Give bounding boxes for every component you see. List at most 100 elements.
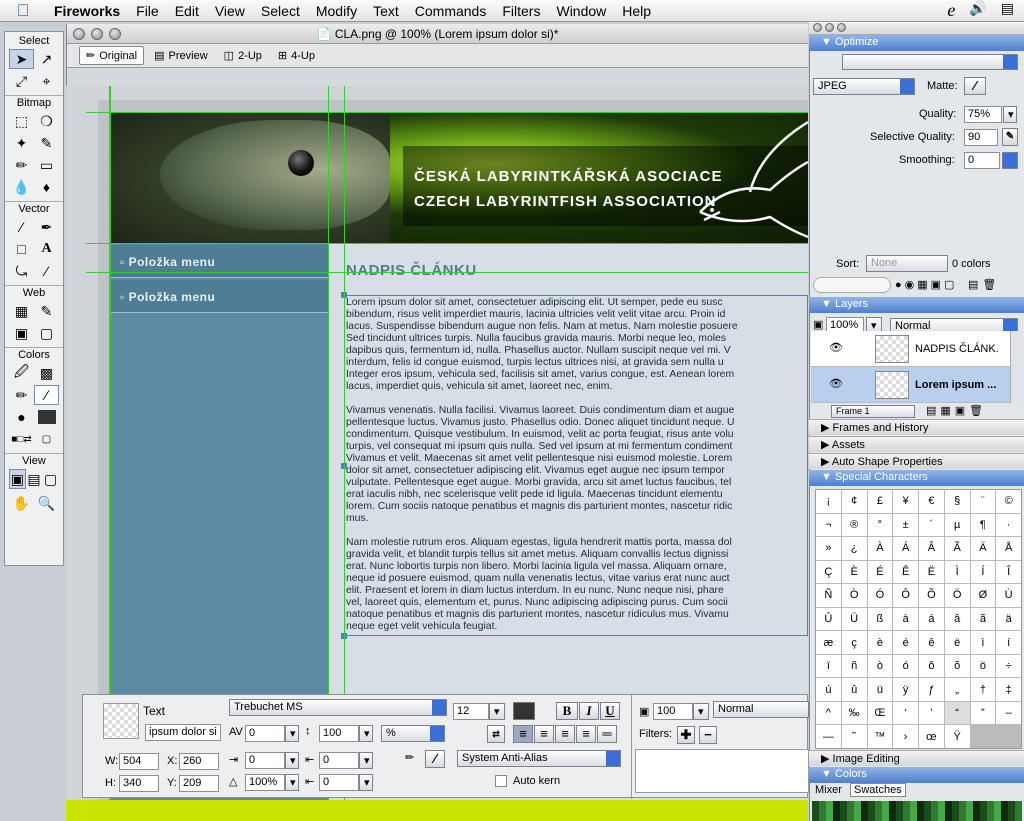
optimize-panel-header[interactable]: ▼ Optimize <box>809 35 1024 51</box>
font-size-arrow[interactable]: ▾ <box>489 703 505 720</box>
special-character-cell[interactable]: Ù <box>996 584 1021 607</box>
special-character-cell[interactable]: » <box>816 537 841 560</box>
align-right-button[interactable]: ≡ <box>555 725 575 743</box>
special-character-cell[interactable]: € <box>919 490 944 513</box>
banner-title-en[interactable]: CZECH LABYRINTFISH ASSOCIATION <box>414 193 717 210</box>
kerning-field[interactable]: 0 <box>245 725 285 742</box>
special-character-cell[interactable]: û <box>841 678 867 701</box>
special-character-cell[interactable]: › <box>893 725 918 748</box>
special-character-cell[interactable]: â <box>944 607 970 631</box>
special-character-cell[interactable]: ô <box>919 654 944 678</box>
special-character-cell[interactable]: È <box>841 560 867 584</box>
brush-tool-icon[interactable]: ✎ <box>34 133 59 153</box>
layers-panel-header[interactable]: ▼ Layers <box>809 297 1024 313</box>
opacity-arrow[interactable]: ▾ <box>693 703 709 720</box>
lasso-tool-icon[interactable]: ❍ <box>34 111 59 131</box>
opacity-field[interactable]: 100 <box>653 703 693 720</box>
frame-select[interactable]: Frame 1 <box>831 405 915 418</box>
sidebar-item-2[interactable]: ▫ Položka menu <box>110 280 329 313</box>
special-character-cell[interactable]: ƒ <box>919 678 944 701</box>
special-character-cell[interactable]: õ <box>944 654 970 678</box>
special-character-cell[interactable]: ¿ <box>841 537 867 560</box>
assets-panel-header[interactable]: ▶ Assets <box>809 436 1024 452</box>
space-before-field[interactable]: 0 <box>319 752 359 769</box>
special-character-cell[interactable]: ü <box>867 678 893 701</box>
eye-icon[interactable]: 👁 <box>829 341 843 354</box>
special-character-cell[interactable]: £ <box>867 490 893 513</box>
layers-scrollbar[interactable] <box>1010 331 1022 403</box>
guide-horizontal[interactable] <box>86 112 808 113</box>
hide-slices-icon[interactable]: ▣ <box>9 323 34 343</box>
menu-text[interactable]: Text <box>365 3 407 19</box>
export-format-select[interactable]: JPEG <box>813 78 915 95</box>
minimize-button[interactable] <box>91 28 103 40</box>
justify-button[interactable]: ≡ <box>576 725 596 743</box>
stroke-swatch[interactable]: ∕ <box>34 385 59 405</box>
special-character-cell[interactable]: ç <box>841 631 867 654</box>
bold-button[interactable]: B <box>556 702 578 720</box>
special-character-cell[interactable]: ¢ <box>841 490 867 513</box>
stroke-color-icon[interactable]: ✏ <box>9 385 34 405</box>
special-character-cell[interactable]: Û <box>816 607 841 631</box>
sidebar-item-1[interactable]: ▫ Položka menu <box>110 245 329 278</box>
special-character-cell[interactable]: ¡ <box>816 490 841 513</box>
special-character-cell[interactable]: § <box>944 490 970 513</box>
special-character-cell[interactable]: ¶ <box>970 513 996 537</box>
special-character-cell[interactable]: ^ <box>816 701 841 725</box>
special-character-cell[interactable]: Ó <box>867 584 893 607</box>
italic-button[interactable]: I <box>579 702 599 720</box>
indent-arrow[interactable]: ▾ <box>285 752 299 769</box>
menu-filters[interactable]: Filters <box>494 3 548 19</box>
script-menu-icon[interactable]: e <box>947 0 955 21</box>
no-color-icon[interactable]: ▢ <box>34 429 59 449</box>
layer-row-selected[interactable]: 👁 Lorem ipsum ... <box>811 367 1022 403</box>
special-character-cell[interactable]: „ <box>944 678 970 701</box>
special-character-cell[interactable]: Â <box>919 537 944 560</box>
special-character-cell[interactable]: é <box>893 631 918 654</box>
palette-tool-icons[interactable]: ●◉▦▣▢ <box>895 278 957 291</box>
special-character-cell[interactable]: á <box>919 607 944 631</box>
special-character-cell[interactable]: Ê <box>893 560 918 584</box>
menu-commands[interactable]: Commands <box>407 3 495 19</box>
knife-tool-icon[interactable]: ⁄ <box>34 261 59 281</box>
special-character-cell[interactable]: ´ <box>919 513 944 537</box>
special-character-cell[interactable]: © <box>996 490 1021 513</box>
horizontal-scale-field[interactable]: 100% <box>245 774 285 791</box>
special-character-cell[interactable]: Õ <box>919 584 944 607</box>
special-character-cell[interactable]: ¬ <box>816 513 841 537</box>
tab-4up[interactable]: ⊞ 4-Up <box>272 47 321 64</box>
width-field[interactable]: 504 <box>119 753 159 770</box>
tab-2up[interactable]: ◫ 2-Up <box>218 47 268 64</box>
pen-tool-icon[interactable]: ✒ <box>34 217 59 237</box>
special-character-cell[interactable]: † <box>970 678 996 701</box>
rubber-stamp-icon[interactable]: ♦ <box>34 177 59 197</box>
blend-mode-select[interactable]: Normal <box>713 701 809 718</box>
special-character-cell[interactable]: ñ <box>841 654 867 678</box>
eyedropper-icon[interactable]: 🖉 <box>9 363 34 383</box>
stretch-button[interactable]: ═ <box>597 725 617 743</box>
space-after-arrow[interactable]: ▾ <box>359 774 373 791</box>
image-editing-panel-header[interactable]: ▶ Image Editing <box>809 750 1024 766</box>
magic-wand-icon[interactable]: ✦ <box>9 133 34 153</box>
zoom-tool-icon[interactable]: 🔍 <box>34 493 59 513</box>
selective-quality-field[interactable]: 90 <box>964 129 998 146</box>
paint-bucket-icon[interactable]: ▩ <box>34 363 59 383</box>
anti-alias-select[interactable]: System Anti-Alias <box>457 750 621 767</box>
tab-swatches[interactable]: Swatches <box>850 783 906 797</box>
eye-icon[interactable]: 👁 <box>829 377 843 390</box>
special-character-cell[interactable]: ã <box>970 607 996 631</box>
smoothing-field[interactable]: 0 <box>964 152 1000 169</box>
slice-tool-icon[interactable]: ✎ <box>34 301 59 321</box>
special-character-cell[interactable]: ™ <box>867 725 893 748</box>
special-character-cell[interactable]: ú <box>816 678 841 701</box>
special-character-cell[interactable]: à <box>893 607 918 631</box>
sort-select[interactable]: None <box>866 255 948 272</box>
special-character-cell[interactable]: Ö <box>944 584 970 607</box>
menu-file[interactable]: File <box>128 3 167 19</box>
panel-close-button[interactable] <box>813 23 822 32</box>
tab-original[interactable]: ✏ Original <box>79 46 145 65</box>
special-character-cell[interactable]: æ <box>816 631 841 654</box>
panel-dock-titlebar[interactable] <box>809 22 1024 35</box>
special-character-cell[interactable]: Œ <box>867 701 893 725</box>
special-character-cell[interactable]: ± <box>893 513 918 537</box>
